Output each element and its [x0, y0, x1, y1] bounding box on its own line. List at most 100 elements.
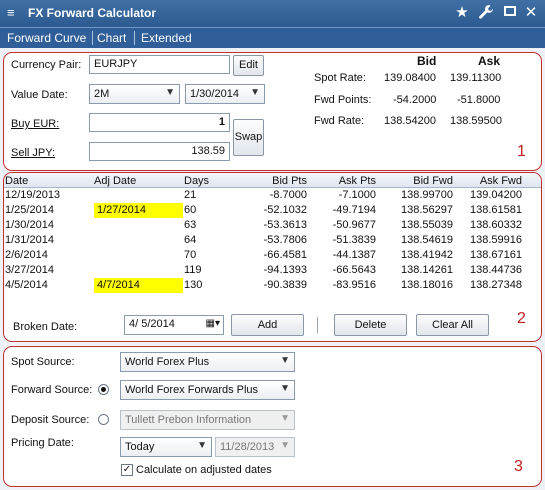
bid-fwd-cell: 138.18016 — [401, 279, 453, 291]
ask-header: Ask — [478, 54, 501, 68]
window-title: FX Forward Calculator — [28, 6, 157, 20]
clear-all-button[interactable]: Clear All — [416, 314, 489, 336]
currency-pair-input[interactable]: EURJPY — [89, 55, 230, 74]
date-cell: 1/31/2014 — [5, 234, 54, 246]
bid-pts-cell: -8.7000 — [269, 189, 307, 201]
delete-button[interactable]: Delete — [334, 314, 407, 336]
ask-fwd-cell: 138.44736 — [470, 264, 522, 276]
deposit-source-value: Tullett Prebon Information — [125, 414, 252, 426]
bid-pts-cell: -94.1393 — [263, 264, 307, 276]
adj-date-cell: 4/7/2014 — [94, 278, 183, 293]
calc-adjusted-checkbox[interactable]: ✓ — [121, 464, 133, 476]
bid-pts-cell: -53.7806 — [263, 234, 307, 246]
deal-panel: Currency Pair: EURJPY Edit Value Date: 2… — [3, 52, 542, 171]
days-cell: 63 — [184, 219, 197, 231]
spot-ask-value: 139.11300 — [450, 72, 502, 84]
bid-pts-cell: -53.3613 — [263, 219, 307, 231]
deposit-source-select: Tullett Prebon Information ▼ — [120, 410, 295, 430]
table-row[interactable]: 4/5/2014 4/7/2014 130 -90.3839 -83.9516 138.1… — [4, 278, 541, 293]
bid-pts-cell: -90.3839 — [263, 279, 307, 291]
fwd-rate-ask-value: 138.59500 — [450, 115, 502, 127]
forward-source-value: World Forex Forwards Plus — [125, 384, 259, 396]
buy-label: Buy EUR: — [11, 118, 60, 130]
star-icon[interactable]: ★ — [453, 4, 471, 22]
ask-pts-cell: -66.5643 — [332, 264, 376, 276]
calc-adjusted-label: Calculate on adjusted dates — [136, 464, 272, 476]
chevron-down-icon: ▼ — [165, 87, 175, 98]
forward-curve-panel: Date Adj Date Days Bid Pts Ask Pts Bid F… — [3, 172, 542, 342]
days-cell: 70 — [184, 249, 197, 261]
table-row[interactable]: 1/31/2014 64 -53.7806 -51.3839 138.54619 138.… — [4, 233, 541, 248]
value-date-select[interactable]: 1/30/2014 ▼ — [185, 84, 265, 104]
broken-date-label: Broken Date: — [13, 321, 78, 333]
chevron-down-icon: ▼ — [197, 440, 207, 451]
pricing-date-value: Today — [125, 441, 155, 453]
adj-date-cell: 1/27/2014 — [94, 203, 183, 218]
ask-fwd-cell: 138.27348 — [470, 279, 522, 291]
table-row[interactable]: 2/6/2014 70 -66.4581 -44.1387 138.41942 138.6… — [4, 248, 541, 263]
pricing-date-disabled-value: 11/28/2013 — [220, 441, 275, 453]
column-header-ask-fwd[interactable]: Ask Fwd — [456, 175, 522, 187]
broken-date-input[interactable]: 4/ 5/2014 ▦▾ — [124, 315, 224, 335]
section-marker-2: 2 — [517, 310, 526, 327]
fwd-points-bid-value: -54.2000 — [393, 94, 437, 106]
fwd-rate-label: Fwd Rate: — [314, 115, 365, 127]
restore-icon[interactable] — [501, 4, 519, 22]
ask-pts-cell: -44.1387 — [332, 249, 376, 261]
ask-fwd-cell: 139.04200 — [470, 189, 522, 201]
ask-fwd-cell: 138.60332 — [470, 219, 522, 231]
section-marker-1: 1 — [517, 143, 526, 160]
column-header-adj-date[interactable]: Adj Date — [94, 175, 136, 187]
ask-fwd-cell: 138.67161 — [470, 249, 522, 261]
bid-fwd-cell: 138.54619 — [401, 234, 453, 246]
bid-fwd-cell: 138.55039 — [401, 219, 453, 231]
buy-amount-input[interactable]: 1 — [89, 113, 230, 132]
swap-button[interactable]: Swap — [233, 119, 264, 156]
ask-pts-cell: -7.1000 — [338, 189, 376, 201]
days-cell: 130 — [184, 279, 203, 291]
ask-pts-cell: -50.9677 — [332, 219, 376, 231]
tenor-select[interactable]: 2M ▼ — [89, 84, 180, 104]
ask-fwd-cell: 138.59916 — [470, 234, 522, 246]
tab-extended[interactable]: Extended — [141, 31, 192, 45]
spot-source-label: Spot Source: — [11, 356, 75, 368]
column-header-bid-fwd[interactable]: Bid Fwd — [383, 175, 453, 187]
hamburger-icon[interactable]: ≡ — [7, 5, 15, 20]
chevron-down-icon: ▼ — [280, 440, 290, 451]
bid-fwd-cell: 138.56297 — [401, 204, 453, 216]
add-button[interactable]: Add — [231, 314, 304, 336]
tab-chart[interactable]: Chart — [97, 31, 126, 45]
close-icon[interactable]: ✕ — [522, 4, 540, 22]
forward-source-select[interactable]: World Forex Forwards Plus ▼ — [120, 380, 295, 400]
forward-source-radio[interactable] — [98, 384, 109, 395]
spot-source-select[interactable]: World Forex Plus ▼ — [120, 352, 295, 372]
tab-forward-curve[interactable]: Forward Curve — [7, 31, 86, 45]
tab-separator — [92, 31, 93, 45]
table-row[interactable]: 1/25/2014 1/27/2014 60 -52.1032 -49.7194 138.… — [4, 203, 541, 218]
table-row[interactable]: 3/27/2014 119 -94.1393 -66.5643 138.14261 138… — [4, 263, 541, 278]
deposit-source-radio[interactable] — [98, 414, 109, 425]
date-cell: 4/5/2014 — [5, 279, 48, 291]
pricing-date-select[interactable]: Today ▼ — [120, 437, 212, 457]
column-header-date[interactable]: Date — [5, 175, 28, 187]
value-date-value: 1/30/2014 — [190, 88, 239, 100]
days-cell: 21 — [184, 189, 197, 201]
ask-fwd-cell: 138.61581 — [470, 204, 522, 216]
wrench-icon[interactable] — [477, 4, 495, 22]
title-bar: ≡ FX Forward Calculator ★ ✕ — [0, 0, 545, 27]
sell-label: Sell JPY: — [11, 147, 56, 159]
table-row[interactable]: 1/30/2014 63 -53.3613 -50.9677 138.55039 138.… — [4, 218, 541, 233]
column-header-ask-pts[interactable]: Ask Pts — [311, 175, 376, 187]
column-header-days[interactable]: Days — [184, 175, 209, 187]
ask-pts-cell: -51.3839 — [332, 234, 376, 246]
edit-button[interactable]: Edit — [233, 55, 264, 76]
sell-amount-input[interactable]: 138.59 — [89, 142, 230, 161]
bid-pts-cell: -66.4581 — [263, 249, 307, 261]
sources-panel: Spot Source: World Forex Plus ▼ Forward … — [3, 346, 542, 487]
table-row[interactable]: 12/19/2013 21 -8.7000 -7.1000 138.99700 139.0… — [4, 188, 541, 203]
table-header: Date Adj Date Days Bid Pts Ask Pts Bid F… — [4, 173, 541, 188]
calendar-icon[interactable]: ▦▾ — [206, 318, 220, 329]
section-marker-3: 3 — [514, 458, 523, 475]
ask-pts-cell: -49.7194 — [332, 204, 376, 216]
column-header-bid-pts[interactable]: Bid Pts — [238, 175, 307, 187]
